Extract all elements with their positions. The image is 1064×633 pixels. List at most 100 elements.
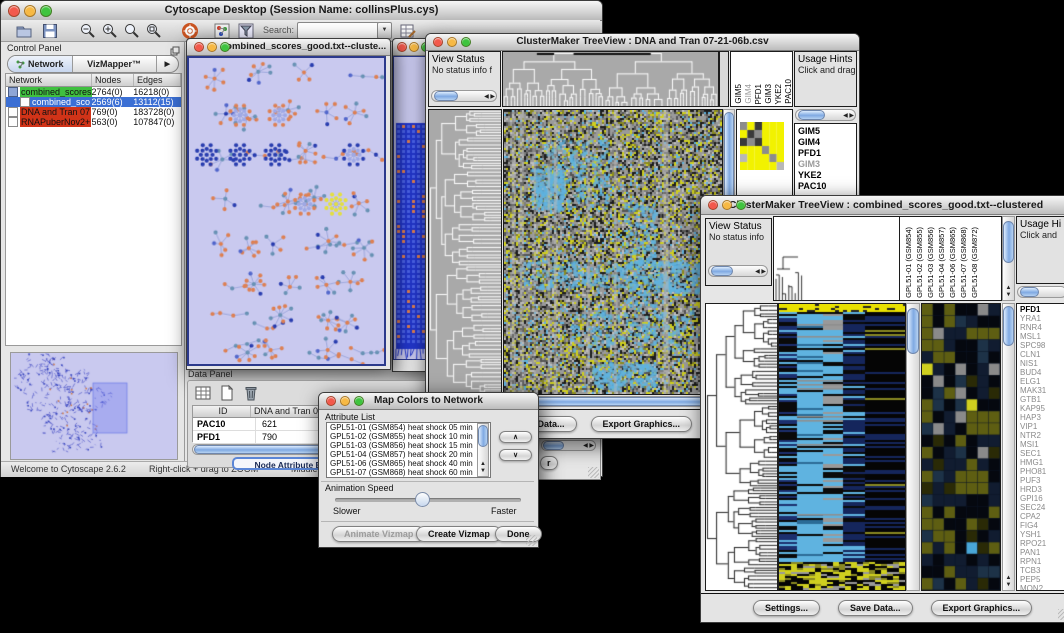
tv2-gene-label[interactable]: CPA2 [1017, 512, 1064, 521]
tv1-column-dendrogram[interactable] [502, 51, 719, 107]
tv2-genes-vscrollbar[interactable]: ▲▼ [1002, 303, 1015, 591]
tv2-gene-label[interactable]: MAK31 [1017, 386, 1064, 395]
tv2-gene-label[interactable]: MON2 [1017, 584, 1064, 591]
attribute-list-item[interactable]: GPL51-03 (GSM856) heat shock 15 min [327, 441, 490, 450]
zoom-window-icon[interactable] [461, 37, 471, 47]
close-icon[interactable] [397, 42, 407, 52]
tv2-labels-vscrollbar[interactable]: ▲▼ [1002, 216, 1015, 301]
network-view-titlebar[interactable]: combined_scores_good.txt--cluste... [187, 39, 390, 56]
tv2-gene-label[interactable]: GPI16 [1017, 494, 1064, 503]
minimize-icon[interactable] [340, 396, 350, 406]
tv2-gene-label[interactable]: SPC98 [1017, 341, 1064, 350]
zoom-selected-icon[interactable] [123, 22, 141, 40]
tv1-scroll-strip[interactable] [719, 51, 729, 107]
zoom-fit-icon[interactable] [145, 22, 163, 40]
tv1-gene-label[interactable]: YKE2 [795, 170, 856, 181]
tv2-gene-label[interactable]: SEC1 [1017, 449, 1064, 458]
tv1-gene-label[interactable]: PFD1 [795, 148, 856, 159]
tv1-labels-hscrollbar[interactable]: ◀ ▶ [795, 109, 856, 121]
tv2-gene-label[interactable]: CLN1 [1017, 350, 1064, 359]
tv2-gene-label[interactable]: PFD1 [1017, 305, 1064, 314]
search-dropdown-icon[interactable]: ▼ [377, 22, 392, 39]
move-down-button[interactable]: ∨ [499, 449, 532, 461]
partial-button[interactable]: r [540, 456, 558, 470]
open-file-icon[interactable] [15, 22, 33, 40]
tv2-gene-label[interactable]: GTB1 [1017, 395, 1064, 404]
tab-network[interactable]: Network [8, 56, 73, 72]
attribute-list-vscrollbar[interactable]: ▲▼ [477, 423, 489, 477]
tv2-gene-label[interactable]: HMG1 [1017, 458, 1064, 467]
tv2-gene-label[interactable]: PAN1 [1017, 548, 1064, 557]
delete-trash-icon[interactable] [242, 384, 260, 402]
animation-slider-thumb[interactable] [415, 492, 430, 507]
tv1-row-dendrogram[interactable] [428, 109, 502, 395]
attribute-list-item[interactable]: GPL51-06 (GSM865) heat shock 40 min [327, 459, 490, 468]
footer-button[interactable]: Export Graphics... [931, 600, 1033, 616]
tv2-gene-label[interactable]: PEP5 [1017, 575, 1064, 584]
tv2-heatmap-vscrollbar[interactable] [906, 303, 920, 591]
tv2-gene-label[interactable]: PHO81 [1017, 467, 1064, 476]
zoom-in-icon[interactable] [101, 22, 119, 40]
tv2-heatmap[interactable] [778, 303, 906, 591]
tv2-row-dendrogram[interactable] [705, 303, 778, 591]
close-icon[interactable] [194, 42, 204, 52]
tv2-status-hscrollbar[interactable]: ◀ ▶ [708, 265, 768, 277]
tv2-gene-label[interactable]: KAP95 [1017, 404, 1064, 413]
resize-grip-icon[interactable] [588, 467, 599, 478]
col-edges[interactable]: Edges [134, 74, 181, 86]
create-vizmap-button[interactable]: Create Vizmap [416, 526, 502, 542]
move-up-button[interactable]: ∧ [499, 431, 532, 443]
tv2-gene-label[interactable]: RNR4 [1017, 323, 1064, 332]
zoom-window-icon[interactable] [220, 42, 230, 52]
tv2-gene-label[interactable]: BUD4 [1017, 368, 1064, 377]
close-icon[interactable] [326, 396, 336, 406]
tv1-gene-label[interactable]: PAC10 [795, 181, 856, 192]
tab-overflow-icon[interactable]: ▶ [156, 56, 178, 72]
tv2-hints-hscrollbar[interactable] [1017, 286, 1064, 298]
attribute-list-item[interactable]: GPL51-01 (GSM854) heat shock 05 min [327, 423, 490, 432]
window-controls[interactable] [8, 5, 52, 17]
tv2-gene-label[interactable]: ELG1 [1017, 377, 1064, 386]
treeview2-titlebar[interactable]: ClusterMaker TreeView : combined_scores_… [701, 196, 1064, 215]
col-network[interactable]: Network [6, 74, 92, 86]
close-icon[interactable] [708, 200, 718, 210]
network-list-row[interactable]: DNA and Tran 07 769(0) 183728(0) [6, 107, 181, 117]
minimize-icon[interactable] [447, 37, 457, 47]
tv2-gene-label[interactable]: MSL1 [1017, 332, 1064, 341]
tv2-gene-label[interactable]: PUF3 [1017, 476, 1064, 485]
birdseye-view[interactable] [10, 352, 178, 460]
tv2-column-dendrogram[interactable] [773, 216, 900, 301]
resize-grip-icon[interactable] [1058, 609, 1064, 620]
col-nodes[interactable]: Nodes [92, 74, 134, 86]
tv2-gene-label[interactable]: RPO21 [1017, 539, 1064, 548]
tv1-gene-label[interactable]: GIM4 [795, 137, 856, 148]
close-icon[interactable] [433, 37, 443, 47]
tv1-similarity-matrix[interactable] [740, 122, 784, 170]
tv2-gene-label[interactable]: HAP3 [1017, 413, 1064, 422]
footer-button[interactable]: Save Data... [838, 600, 913, 616]
tv1-status-hscrollbar[interactable]: ◀ ▶ [431, 90, 497, 102]
table-icon[interactable] [194, 384, 212, 402]
tv2-gene-label[interactable]: YRA1 [1017, 314, 1064, 323]
zoom-window-icon[interactable] [354, 396, 364, 406]
minimize-icon[interactable] [722, 200, 732, 210]
scroll-arrows-icon[interactable]: ◀ ▶ [583, 441, 594, 450]
footer-button[interactable]: Export Graphics... [591, 416, 693, 432]
network-list-row[interactable]: combined_scores 2764(0) 16218(0) [6, 87, 181, 97]
save-icon[interactable] [41, 22, 59, 40]
tab-vizmapper[interactable]: VizMapper™ [73, 56, 156, 72]
network-list-row[interactable]: RNAPuberNov2+ 563(0) 107847(0) [6, 117, 181, 127]
tv1-gene-label[interactable]: GIM5 [795, 126, 856, 137]
tv2-gene-label[interactable]: TCB3 [1017, 566, 1064, 575]
attribute-list-item[interactable]: GPL51-02 (GSM855) heat shock 10 min [327, 432, 490, 441]
main-titlebar[interactable]: Cytoscape Desktop (Session Name: collins… [1, 1, 602, 21]
tv2-gene-label[interactable]: YSH1 [1017, 530, 1064, 539]
tv2-zoom-panel[interactable] [921, 303, 1001, 591]
dialog-titlebar[interactable]: Map Colors to Network [319, 393, 538, 410]
tv2-gene-label[interactable]: MSI1 [1017, 440, 1064, 449]
tv1-heatmap[interactable] [503, 109, 723, 395]
tv2-gene-label[interactable]: SEC24 [1017, 503, 1064, 512]
network-list-row[interactable]: combined_sco 2569(6) 13112(15) [6, 97, 181, 107]
animate-vizmap-button[interactable]: Animate Vizmap [332, 526, 425, 542]
tv2-gene-label[interactable]: RPN1 [1017, 557, 1064, 566]
